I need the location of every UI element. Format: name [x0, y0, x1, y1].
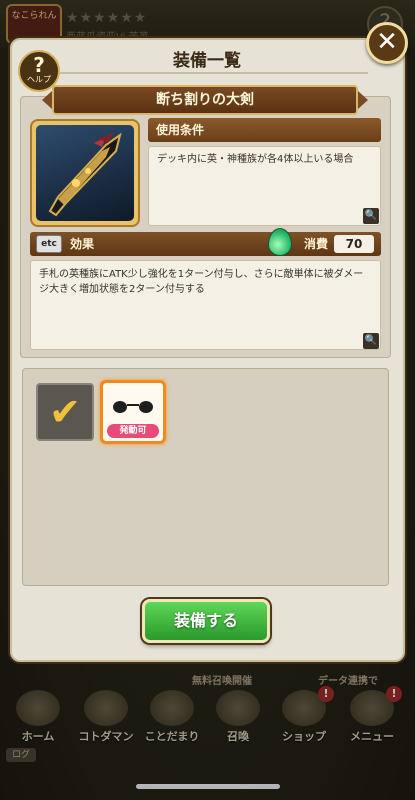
- item-name-banner: 断ち割りの大剣: [42, 85, 368, 115]
- condition-magnify-icon[interactable]: 🔍: [363, 208, 379, 224]
- slot-equipped[interactable]: ✔: [36, 383, 94, 441]
- effect-text: 手札の英種族にATK少し強化を1ターン付与し、さらに敵単体に被ダメージ大きく増加…: [30, 260, 381, 350]
- effect-magnify-icon[interactable]: 🔍: [363, 333, 379, 349]
- condition-text: デッキ内に英・神種族が各4体以上いる場合: [148, 146, 381, 226]
- check-icon: ✔: [49, 390, 81, 434]
- title-divider: [56, 72, 368, 74]
- etc-icon: etc: [36, 235, 62, 253]
- cost-label: 消費: [304, 237, 329, 251]
- close-button[interactable]: ✕: [366, 22, 408, 64]
- effect-header-bar: etc 効果 消費 70: [30, 228, 381, 256]
- activate-badge: 発動可: [107, 424, 159, 438]
- slot-glasses[interactable]: 発動可: [100, 380, 166, 444]
- equip-button[interactable]: 装備する: [142, 599, 270, 643]
- glasses-icon: [113, 399, 153, 415]
- sword-icon: [36, 125, 134, 221]
- dialog-title: 装備一覧: [173, 51, 241, 71]
- help-button[interactable]: ? ヘルプ: [18, 50, 60, 92]
- cost-value: 70: [334, 235, 374, 253]
- help-label: ヘルプ: [27, 75, 51, 84]
- item-image-frame: [30, 119, 140, 227]
- effect-header: 効果: [70, 237, 95, 251]
- condition-header: 使用条件: [148, 118, 381, 142]
- mana-drop-icon: [268, 228, 292, 256]
